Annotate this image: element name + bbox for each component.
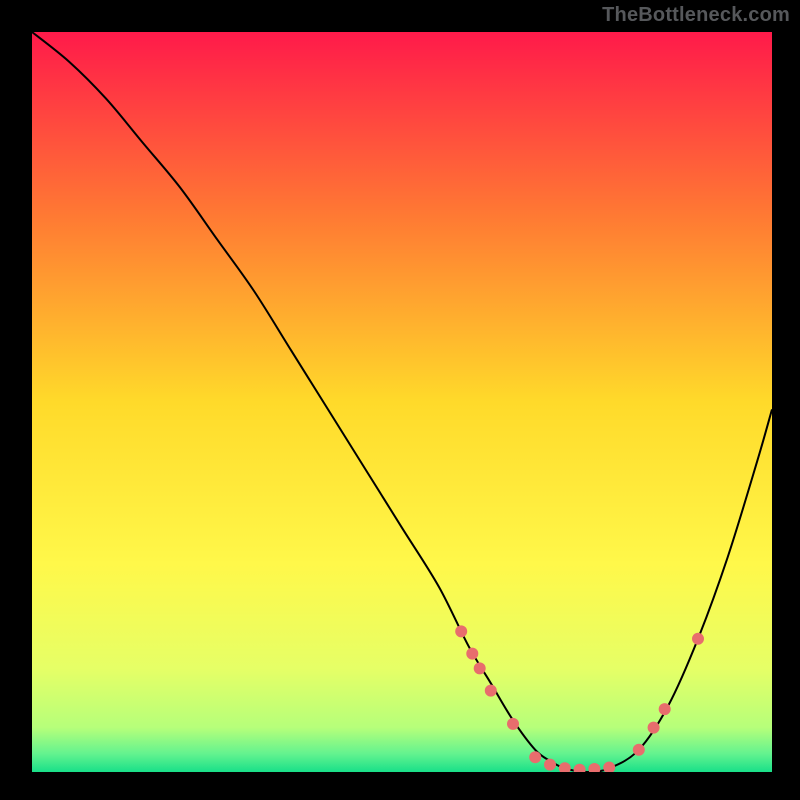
data-point: [648, 722, 660, 734]
data-point: [692, 633, 704, 645]
data-point: [544, 759, 556, 771]
data-point: [455, 625, 467, 637]
data-point: [659, 703, 671, 715]
chart-container: TheBottleneck.com: [0, 0, 800, 800]
data-point: [466, 648, 478, 660]
data-point: [474, 662, 486, 674]
data-point: [529, 751, 541, 763]
chart-svg: [32, 32, 772, 772]
data-point: [633, 744, 645, 756]
data-point: [507, 718, 519, 730]
data-point: [485, 685, 497, 697]
watermark-text: TheBottleneck.com: [602, 4, 790, 27]
plot-area: [32, 32, 772, 772]
